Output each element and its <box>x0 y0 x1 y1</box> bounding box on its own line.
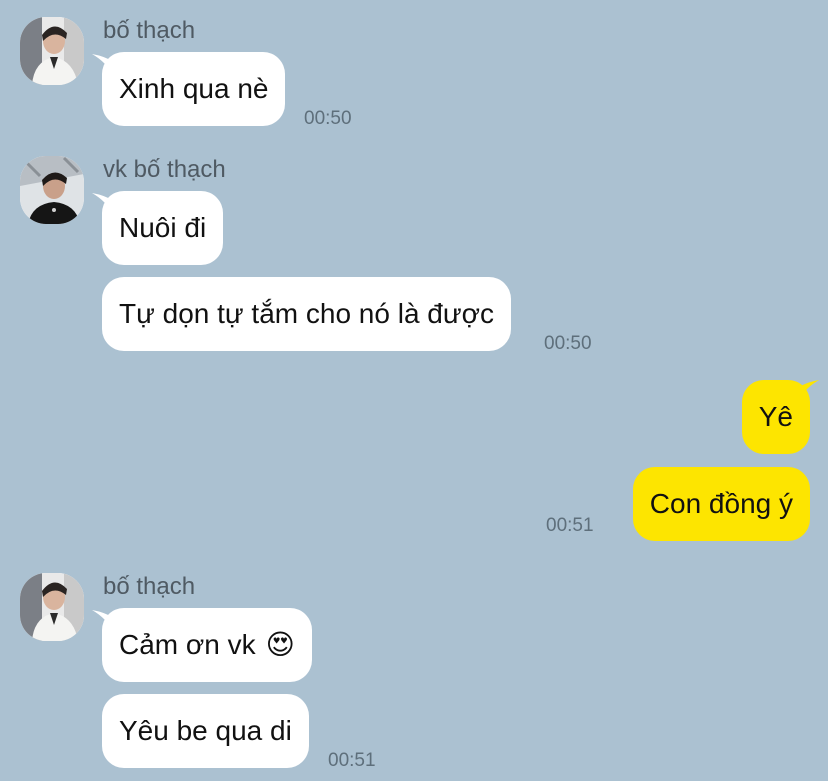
message-bubble-incoming[interactable]: Xinh qua nè <box>92 52 286 126</box>
bubble-tail <box>797 380 819 402</box>
chat-screen: { "colors": { "background": "#abc1d1", "… <box>0 0 828 781</box>
heart-eyes-emoji-icon: 😍 <box>265 628 295 661</box>
message-text: Yê <box>758 401 793 432</box>
message-text: Tự dọn tự tắm cho nó là được <box>119 298 494 329</box>
message-text: Yêu be qua di <box>119 715 292 746</box>
avatar-bo-thach[interactable] <box>20 573 84 641</box>
message-text: Cảm ơn vk <box>119 629 256 660</box>
message-text: Con đồng ý <box>649 488 793 519</box>
message-bubble-incoming[interactable]: Cảm ơn vk 😍 <box>92 608 312 682</box>
sender-name: bố thạch <box>103 17 196 44</box>
message-bubble-incoming[interactable]: Tự dọn tự tắm cho nó là được <box>102 277 511 351</box>
sender-name: bố thạch <box>103 573 196 600</box>
message-bubble-outgoing[interactable]: Con đồng ý <box>632 467 810 541</box>
bubble-tail <box>92 610 114 632</box>
message-bubble-incoming[interactable]: Yêu be qua di <box>102 694 309 768</box>
message-bubble-incoming[interactable]: Nuôi đi <box>92 191 224 265</box>
message-time: 00:51 <box>546 515 594 536</box>
sender-name: vk bố thạch <box>103 156 226 183</box>
message-time: 00:51 <box>328 750 376 771</box>
message-text: Nuôi đi <box>119 212 207 243</box>
avatar-vk-bo-thach[interactable] <box>20 156 84 224</box>
avatar-bo-thach[interactable] <box>20 17 84 85</box>
bubble-tail <box>92 193 114 215</box>
message-text: Xinh qua nè <box>119 73 269 104</box>
message-time: 00:50 <box>544 333 592 354</box>
message-bubble-outgoing[interactable]: Yê <box>741 380 819 454</box>
bubble-tail <box>92 54 114 76</box>
message-time: 00:50 <box>304 108 352 129</box>
